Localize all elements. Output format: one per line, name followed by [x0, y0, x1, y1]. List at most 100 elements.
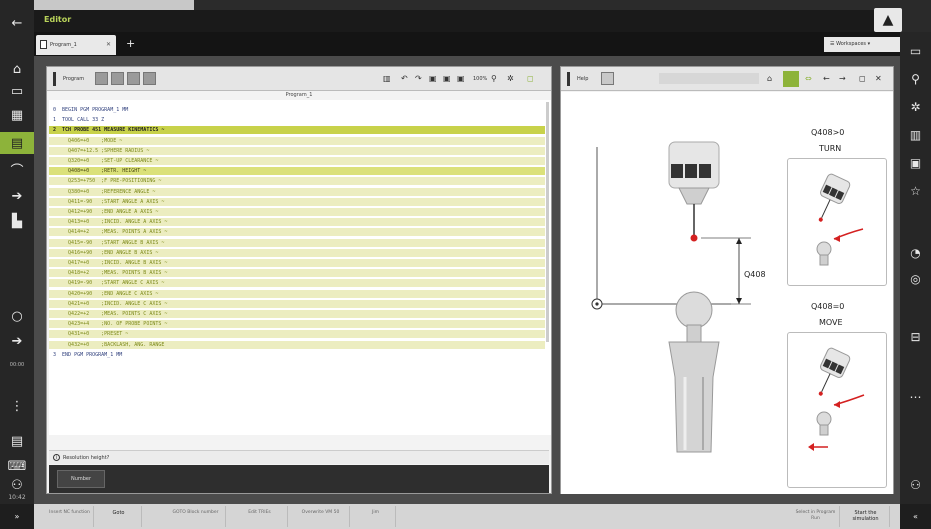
bottom-action-bar: Insert NC function Goto GOTO Block number E…: [34, 504, 900, 529]
collapse-left-icon[interactable]: »: [0, 504, 34, 529]
start-simulation-button[interactable]: Start the simulation: [842, 506, 890, 527]
info-icon[interactable]: [567, 72, 570, 86]
user-settings-icon[interactable]: ⚇: [900, 478, 931, 492]
app-root: ← ⌂ ▭ ▦ ▤ ⌒ ➔ ▙ ○ ➔ 00:00 ⋮ ▤ ⌨ ⚇ 10:42 …: [0, 0, 931, 529]
chart-icon[interactable]: ⊟: [900, 330, 931, 344]
code-line[interactable]: Q253=+750 ;F PRE-POSITIONING ~: [49, 177, 545, 186]
arrow-right-icon[interactable]: ➔: [0, 330, 34, 352]
star-icon[interactable]: ☆: [900, 184, 931, 198]
save-icon[interactable]: ▣: [429, 74, 437, 83]
gear-icon[interactable]: ✲: [900, 100, 931, 114]
program-panel: Program ▥ ↶ ↷ ▣ ▣ ▣ 100% ⚲ ✲ ◻ Program_1…: [46, 66, 552, 494]
select-in-program-run-button[interactable]: Select in Program Run: [792, 506, 840, 527]
dial-icon[interactable]: ◎: [900, 272, 931, 286]
tab-program[interactable]: Program_1 ✕: [36, 35, 116, 55]
code-line[interactable]: Q414=+2 ;MEAS. POINTS A AXIS ~: [49, 228, 545, 237]
program-toolbar: Program ▥ ↶ ↷ ▣ ▣ ▣ 100% ⚲ ✲ ◻: [47, 67, 551, 91]
code-line[interactable]: Q415=-90 ;START ANGLE B AXIS ~: [49, 238, 545, 247]
copy-icon[interactable]: ▣: [457, 74, 465, 83]
code-line[interactable]: Q420=+90 ;END ANGLE C AXIS ~: [49, 289, 545, 298]
bottom-button[interactable]: Edit TRIEs: [232, 506, 288, 527]
home-icon[interactable]: ⌂: [0, 58, 34, 80]
help-graphic: Q408 Q408>0 TURN Q408=0 MOVE: [561, 92, 893, 494]
code-line[interactable]: Q416=+90 ;END ANGLE B AXIS ~: [49, 248, 545, 257]
info-icon[interactable]: [53, 72, 56, 86]
bottom-button[interactable]: Goto: [96, 506, 142, 527]
calculator-icon[interactable]: ▤: [0, 430, 34, 452]
help-search-input[interactable]: [659, 73, 759, 84]
title-bar: Editor: [34, 10, 900, 32]
machine-icon[interactable]: ▙: [0, 210, 34, 232]
code-line[interactable]: Q320=+0 ;SET-UP CLEARANCE ~: [49, 157, 545, 165]
view-button-3[interactable]: [127, 72, 140, 85]
turn-caption-2: TURN: [819, 144, 842, 153]
code-line[interactable]: Q431=+0 ;PRESET ~: [49, 330, 545, 339]
help-panel: Help ⌂ ⇔ ← → ◻ ✕ Q408 Q408>0 TURN Q408=0…: [560, 66, 894, 494]
panel-toggle-icon[interactable]: ▭: [900, 44, 931, 58]
scrollbar[interactable]: [546, 102, 549, 342]
close-icon[interactable]: ✕: [106, 41, 111, 48]
left-sidebar: ← ⌂ ▭ ▦ ▤ ⌒ ➔ ▙ ○ ➔ 00:00 ⋮ ▤ ⌨ ⚇ 10:42: [0, 0, 34, 529]
code-line[interactable]: Q407=+12.5 ;SPHERE RADIUS ~: [49, 146, 545, 155]
folder-icon[interactable]: ▭: [0, 80, 34, 102]
tool-icon[interactable]: ⚲: [900, 72, 931, 86]
code-line[interactable]: Q380=+0 ;REFERENCE ANGLE ~: [49, 187, 545, 196]
code-line[interactable]: Q408=+0 ;RETR. HEIGHT ~: [49, 167, 545, 176]
view-button-4[interactable]: [143, 72, 156, 85]
code-line[interactable]: Q419=-90 ;START ANGLE C AXIS ~: [49, 279, 545, 288]
view-button-1[interactable]: [95, 72, 108, 85]
expand-icon[interactable]: ◻: [859, 74, 866, 83]
code-line[interactable]: Q417=+0 ;INCID. ANGLE B AXIS ~: [49, 259, 545, 267]
code-line[interactable]: Q421=+0 ;INCID. ANGLE C AXIS ~: [49, 299, 545, 308]
bottom-button[interactable]: GOTO Block number: [166, 506, 226, 527]
view-button-2[interactable]: [111, 72, 124, 85]
clipboard-icon[interactable]: ▣: [900, 156, 931, 170]
code-line[interactable]: Q412=+90 ;END ANGLE A AXIS ~: [49, 208, 545, 216]
help-image-button[interactable]: [601, 72, 614, 85]
settings-icon[interactable]: ✲: [507, 74, 514, 83]
code-editor[interactable]: 0 BEGIN PGM PROGRAM_1 MM 1 TOOL CALL 33 Z…: [49, 100, 551, 435]
code-line[interactable]: 0 BEGIN PGM PROGRAM_1 MM: [49, 106, 545, 114]
circle-icon[interactable]: ○: [0, 305, 34, 327]
user-icon[interactable]: ⚇: [0, 474, 34, 496]
bottom-button[interactable]: Insert NC function: [46, 506, 94, 527]
top-strip: [34, 0, 900, 12]
code-line[interactable]: Q413=+0 ;INCID. ANGLE A AXIS ~: [49, 218, 545, 227]
code-line[interactable]: Q432=+0 ;BACKLASH, ANG. RANGE: [49, 340, 545, 349]
gauge-icon[interactable]: ◔: [900, 246, 931, 260]
code-line[interactable]: Q406=+0 ;MODE ~: [49, 136, 545, 145]
grid-icon[interactable]: ▥: [900, 128, 931, 142]
undo-icon[interactable]: ↶: [401, 74, 408, 83]
back-icon[interactable]: ←: [823, 74, 830, 83]
zoom-level[interactable]: 100%: [473, 76, 487, 82]
code-line[interactable]: 3 END PGM PROGRAM_1 MM: [49, 351, 545, 359]
bottom-button[interactable]: Jim: [356, 506, 396, 527]
redo-icon[interactable]: ↷: [415, 74, 422, 83]
table-icon[interactable]: ▦: [0, 104, 34, 126]
code-line[interactable]: Q423=+4 ;NO. OF PROBE POINTS ~: [49, 320, 545, 329]
help-graphic-toggle[interactable]: [783, 71, 799, 87]
code-line[interactable]: Q411=-90 ;START ANGLE A AXIS ~: [49, 197, 545, 206]
forward-icon[interactable]: →: [839, 74, 846, 83]
number-button[interactable]: Number: [57, 470, 105, 488]
code-line[interactable]: Q418=+2 ;MEAS. POINTS B AXIS ~: [49, 269, 545, 278]
code-line[interactable]: 1 TOOL CALL 33 Z: [49, 116, 545, 124]
manual-mode-icon[interactable]: ⌒: [0, 158, 34, 180]
save-as-icon[interactable]: ▣: [443, 74, 451, 83]
compare-icon[interactable]: ▥: [383, 74, 391, 83]
link-icon[interactable]: ⇔: [805, 74, 812, 83]
editor-icon[interactable]: ▤: [0, 132, 34, 154]
workspaces-menu[interactable]: ☰ Workspaces ▾: [824, 37, 902, 52]
bottom-button[interactable]: Overwrite VM 50: [292, 506, 350, 527]
expand-icon[interactable]: ◻: [527, 74, 534, 83]
move-caption-1: Q408=0: [811, 302, 845, 311]
close-icon[interactable]: ✕: [875, 74, 882, 83]
code-line[interactable]: Q422=+2 ;MEAS. POINTS C AXIS ~: [49, 310, 545, 318]
code-line[interactable]: 2 TCH PROBE 451 MEASURE KINEMATICS ~: [49, 126, 545, 135]
program-run-icon[interactable]: ➔: [0, 185, 34, 207]
back-arrow-icon[interactable]: ←: [0, 12, 34, 34]
home-icon[interactable]: ⌂: [767, 74, 772, 83]
add-tab-icon[interactable]: +: [126, 37, 135, 50]
collapse-right-icon[interactable]: «: [900, 504, 931, 529]
search-icon[interactable]: ⚲: [491, 74, 497, 83]
